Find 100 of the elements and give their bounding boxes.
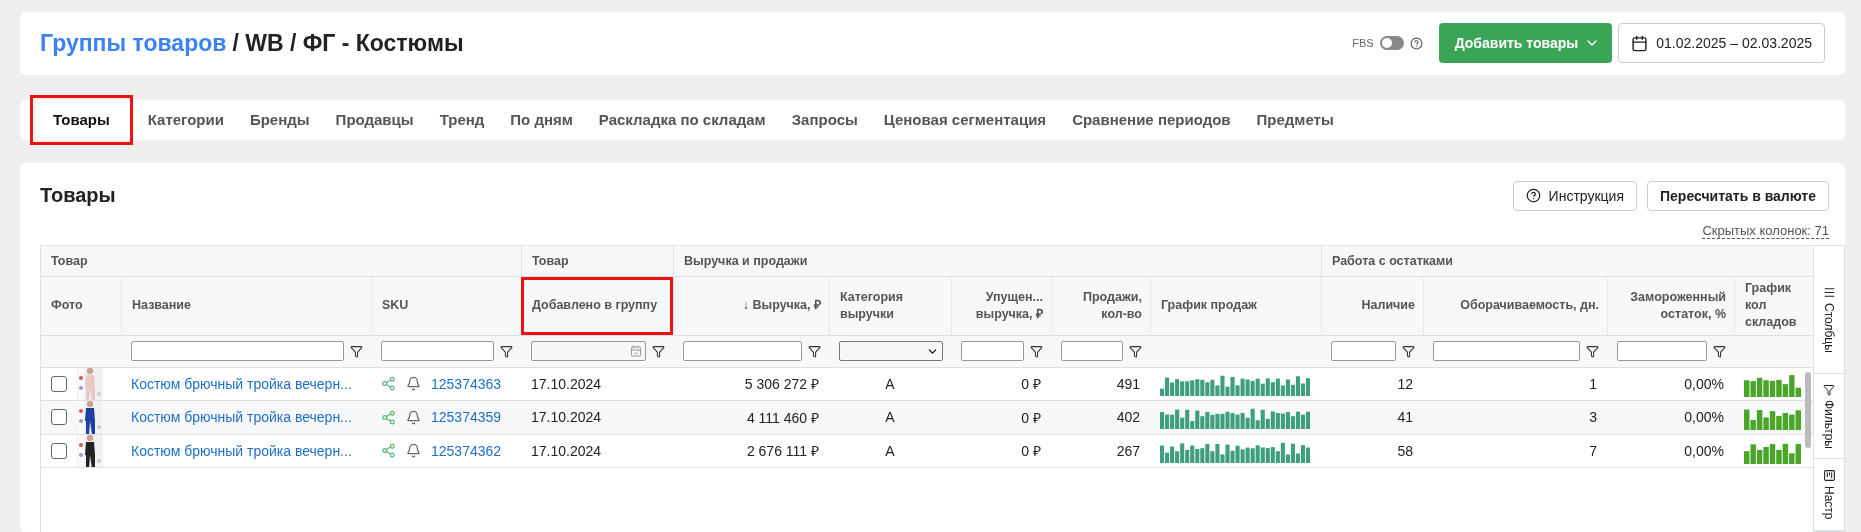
stock-value: 58: [1397, 442, 1413, 459]
column-header[interactable]: Замороженный остаток, %: [1607, 276, 1734, 335]
revenue-category: A: [885, 442, 895, 459]
fbs-toggle[interactable]: [1379, 36, 1404, 51]
lost-revenue-value: 0 ₽: [1021, 408, 1041, 427]
tab[interactable]: Запросы: [780, 94, 869, 145]
row-checkbox[interactable]: [51, 442, 67, 459]
columns-icon: [1822, 285, 1836, 299]
calendar-icon[interactable]: [630, 345, 642, 358]
convert-currency-button[interactable]: Пересчитать в валюте: [1647, 180, 1829, 211]
bell-icon[interactable]: [406, 376, 421, 392]
select-filter-field[interactable]: [839, 341, 943, 362]
scrollbar[interactable]: [1805, 371, 1811, 448]
frozen-stock-value: 0,00%: [1684, 375, 1724, 392]
date-range-button[interactable]: 01.02.2025 – 02.03.2025: [1618, 23, 1825, 64]
product-name-link[interactable]: Костюм брючный тройка вечерн...: [131, 375, 352, 392]
filter-icon[interactable]: [808, 344, 821, 358]
breadcrumb-link[interactable]: Группы товаров: [40, 29, 227, 57]
settings-icon: [1822, 469, 1836, 483]
sales-count: 491: [1116, 375, 1140, 392]
filter-icon[interactable]: [652, 344, 665, 358]
row-checkbox[interactable]: [51, 409, 67, 426]
tab[interactable]: Раскладка по складам: [587, 94, 777, 145]
sku-link[interactable]: 125374359: [431, 409, 502, 426]
column-header[interactable]: SKU: [371, 276, 521, 335]
lost-revenue-value: 0 ₽: [1021, 442, 1041, 461]
tab[interactable]: Тренд: [428, 94, 496, 145]
tab[interactable]: Предметы: [1245, 94, 1345, 145]
tab[interactable]: Сравнение периодов: [1061, 94, 1242, 145]
product-name-link[interactable]: Костюм брючный тройка вечерн...: [131, 442, 352, 459]
frozen-stock-value: 0,00%: [1684, 442, 1724, 459]
revenue-value: 5 306 272 ₽: [744, 375, 819, 394]
filter-icon[interactable]: [1586, 344, 1599, 358]
sales-count: 402: [1116, 409, 1140, 426]
product-name-link[interactable]: Костюм брючный тройка вечерн...: [131, 409, 352, 426]
column-header[interactable]: Фото: [41, 276, 121, 335]
column-header[interactable]: График кол складов: [1734, 276, 1802, 335]
sku-link[interactable]: 125374362: [431, 442, 502, 459]
filter-field[interactable]: [1433, 341, 1580, 362]
help-icon: [1525, 188, 1541, 204]
column-group-header: Товар: [50, 252, 89, 270]
date-added: 17.10.2024: [531, 375, 602, 392]
filter-field[interactable]: [1061, 341, 1123, 362]
fbs-label: FBS: [1352, 37, 1374, 50]
filter-field[interactable]: [1331, 341, 1396, 362]
column-header[interactable]: Оборачиваемость, дн.: [1423, 276, 1607, 335]
turnover-value: 1: [1589, 375, 1597, 392]
stock-value: 41: [1397, 409, 1413, 426]
section-title: Товары: [40, 184, 117, 208]
column-header[interactable]: ↓ Выручка, ₽: [673, 276, 829, 335]
column-group-header: Работа с остатками: [1321, 245, 1802, 276]
tab[interactable]: Категории: [136, 94, 235, 145]
turnover-value: 3: [1589, 409, 1597, 426]
column-header[interactable]: Наличие: [1321, 276, 1423, 335]
page-title: / WB / ФГ - Костюмы: [232, 29, 464, 57]
bell-icon[interactable]: [406, 443, 421, 459]
stock-value: 12: [1397, 375, 1413, 392]
tab[interactable]: Продавцы: [324, 94, 425, 145]
filter-field[interactable]: [961, 341, 1024, 362]
column-group-header: Товар: [521, 245, 673, 276]
sku-link[interactable]: 125374363: [431, 375, 502, 392]
filter-icon[interactable]: [1713, 344, 1726, 358]
hidden-columns-link[interactable]: Скрытых колонок: 71: [1702, 222, 1829, 239]
calendar-icon: [1631, 34, 1649, 52]
revenue-value: 4 111 460 ₽: [746, 408, 819, 427]
column-header[interactable]: Добавлено в группу: [521, 276, 673, 335]
filter-field[interactable]: [131, 341, 344, 362]
column-header[interactable]: Упущен... выручка, ₽: [951, 276, 1051, 335]
lost-revenue-value: 0 ₽: [1021, 375, 1041, 394]
column-header[interactable]: Категория выручки: [829, 276, 951, 335]
filter-icon: [1823, 383, 1835, 396]
revenue-category: A: [885, 409, 895, 426]
revenue-value: 2 676 111 ₽: [746, 442, 819, 461]
column-header[interactable]: График продаж: [1150, 276, 1321, 335]
sales-count: 267: [1116, 442, 1140, 459]
tab[interactable]: По дням: [499, 94, 584, 145]
filter-icon[interactable]: [1129, 344, 1142, 358]
column-header[interactable]: Продажи, кол-во: [1051, 276, 1150, 335]
tab[interactable]: Ценовая сегментация: [872, 94, 1058, 145]
tab[interactable]: Товары: [30, 94, 133, 145]
frozen-stock-value: 0,00%: [1684, 409, 1724, 426]
date-added: 17.10.2024: [531, 442, 602, 459]
turnover-value: 7: [1589, 442, 1597, 459]
filter-field[interactable]: [683, 341, 802, 362]
filter-icon[interactable]: [1030, 344, 1043, 358]
filter-icon[interactable]: [1402, 344, 1415, 358]
bell-icon[interactable]: [406, 409, 421, 425]
tab[interactable]: Бренды: [238, 94, 321, 145]
column-header[interactable]: Название: [121, 276, 371, 335]
column-group-header: Выручка и продажи: [673, 245, 1321, 276]
date-added: 17.10.2024: [531, 409, 602, 426]
filter-icon[interactable]: [350, 344, 363, 358]
help-icon[interactable]: [1409, 36, 1423, 50]
filter-field[interactable]: [381, 341, 494, 362]
filter-icon[interactable]: [500, 344, 513, 358]
filter-field[interactable]: [1617, 341, 1707, 362]
instruction-button[interactable]: Инструкция: [1512, 180, 1637, 211]
date-filter-field[interactable]: [531, 341, 646, 362]
row-checkbox[interactable]: [51, 375, 67, 392]
revenue-category: A: [885, 375, 895, 392]
